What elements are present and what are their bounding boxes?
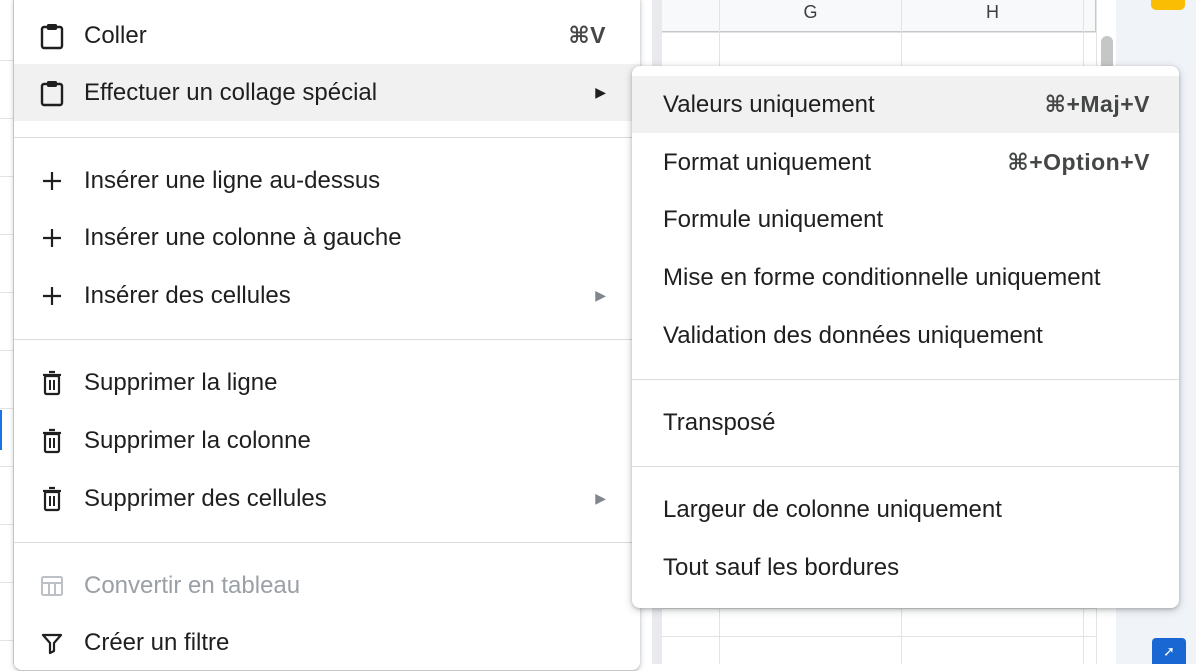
- table-icon: [38, 572, 66, 600]
- plus-icon: [38, 282, 66, 310]
- submenu-separator: [632, 379, 1179, 380]
- plus-icon: [38, 224, 66, 252]
- submenu-item-label: Tout sauf les bordures: [663, 553, 900, 581]
- menu-separator: [14, 137, 640, 138]
- submenu-arrow-icon: ▶: [595, 490, 606, 506]
- explore-icon[interactable]: ➚: [1152, 638, 1186, 664]
- submenu-item-column-width-only[interactable]: Largeur de colonne uniquement: [632, 481, 1179, 538]
- submenu-item-format-only[interactable]: Format uniquement ⌘+Option+V: [632, 134, 1179, 191]
- submenu-item-all-except-borders[interactable]: Tout sauf les bordures: [632, 539, 1179, 596]
- submenu-item-label: Valeurs uniquement: [663, 90, 875, 118]
- shortcut-label: ⌘V: [568, 22, 606, 48]
- submenu-item-label: Largeur de colonne uniquement: [663, 495, 1002, 523]
- shortcut-label: ⌘+Maj+V: [1044, 91, 1150, 117]
- menu-item-label: Convertir en tableau: [84, 571, 301, 599]
- selected-row-indicator: [0, 410, 14, 450]
- column-header-g[interactable]: G: [720, 0, 902, 32]
- row-header-strip: [0, 0, 14, 664]
- plus-icon: [38, 167, 66, 195]
- submenu-item-label: Transposé: [663, 408, 776, 436]
- menu-item-paste[interactable]: Coller ⌘V: [14, 7, 640, 64]
- submenu-item-data-validation-only[interactable]: Validation des données uniquement: [632, 307, 1179, 364]
- menu-item-label: Supprimer la colonne: [84, 426, 311, 454]
- menu-item-delete-row[interactable]: Supprimer la ligne: [14, 354, 640, 411]
- column-header-i[interactable]: [1084, 0, 1096, 32]
- menu-item-label: Insérer une colonne à gauche: [84, 223, 402, 251]
- submenu-item-formula-only[interactable]: Formule uniquement: [632, 191, 1179, 248]
- paste-special-submenu: Valeurs uniquement ⌘+Maj+V Format unique…: [632, 66, 1179, 608]
- menu-separator: [14, 339, 640, 340]
- submenu-item-values-only[interactable]: Valeurs uniquement ⌘+Maj+V: [632, 76, 1179, 133]
- trash-icon: [38, 485, 66, 513]
- filter-icon: [38, 629, 66, 657]
- trash-icon: [38, 427, 66, 455]
- column-header-f[interactable]: [662, 0, 720, 32]
- menu-item-label: Créer un filtre: [84, 628, 230, 656]
- keep-icon[interactable]: [1151, 0, 1185, 10]
- menu-item-insert-column-left[interactable]: Insérer une colonne à gauche: [14, 209, 640, 266]
- shortcut-label: ⌘+Option+V: [1007, 149, 1150, 175]
- column-header-label: H: [986, 2, 999, 22]
- menu-item-create-filter[interactable]: Créer un filtre: [14, 614, 640, 671]
- menu-item-label: Coller: [84, 21, 147, 49]
- menu-item-delete-column[interactable]: Supprimer la colonne: [14, 412, 640, 469]
- menu-item-label: Insérer une ligne au-dessus: [84, 166, 381, 194]
- submenu-item-conditional-formatting-only[interactable]: Mise en forme conditionnelle uniquement: [632, 249, 1179, 306]
- submenu-arrow-icon: ▶: [595, 84, 606, 100]
- submenu-item-label: Validation des données uniquement: [663, 321, 1043, 349]
- trash-icon: [38, 369, 66, 397]
- menu-item-paste-special[interactable]: Effectuer un collage spécial ▶: [14, 64, 640, 121]
- clipboard-icon: [38, 79, 66, 107]
- submenu-item-label: Format uniquement: [663, 148, 872, 176]
- menu-item-convert-to-table: Convertir en tableau: [14, 557, 640, 614]
- submenu-item-label: Formule uniquement: [663, 205, 884, 233]
- column-header-label: G: [803, 2, 818, 22]
- menu-item-delete-cells[interactable]: Supprimer des cellules ▶: [14, 470, 640, 527]
- menu-item-label: Effectuer un collage spécial: [84, 78, 378, 106]
- context-menu: Coller ⌘V Effectuer un collage spécial ▶…: [14, 0, 640, 670]
- menu-item-insert-cells[interactable]: Insérer des cellules ▶: [14, 267, 640, 324]
- menu-item-label: Supprimer des cellules: [84, 484, 327, 512]
- menu-item-insert-row-above[interactable]: Insérer une ligne au-dessus: [14, 152, 640, 209]
- submenu-separator: [632, 466, 1179, 467]
- submenu-item-transposed[interactable]: Transposé: [632, 394, 1179, 451]
- clipboard-icon: [38, 22, 66, 50]
- submenu-item-label: Mise en forme conditionnelle uniquement: [663, 263, 1101, 291]
- column-header-h[interactable]: H: [902, 0, 1084, 32]
- menu-item-label: Insérer des cellules: [84, 281, 291, 309]
- menu-item-label: Supprimer la ligne: [84, 368, 278, 396]
- menu-separator: [14, 542, 640, 543]
- submenu-arrow-icon: ▶: [595, 287, 606, 303]
